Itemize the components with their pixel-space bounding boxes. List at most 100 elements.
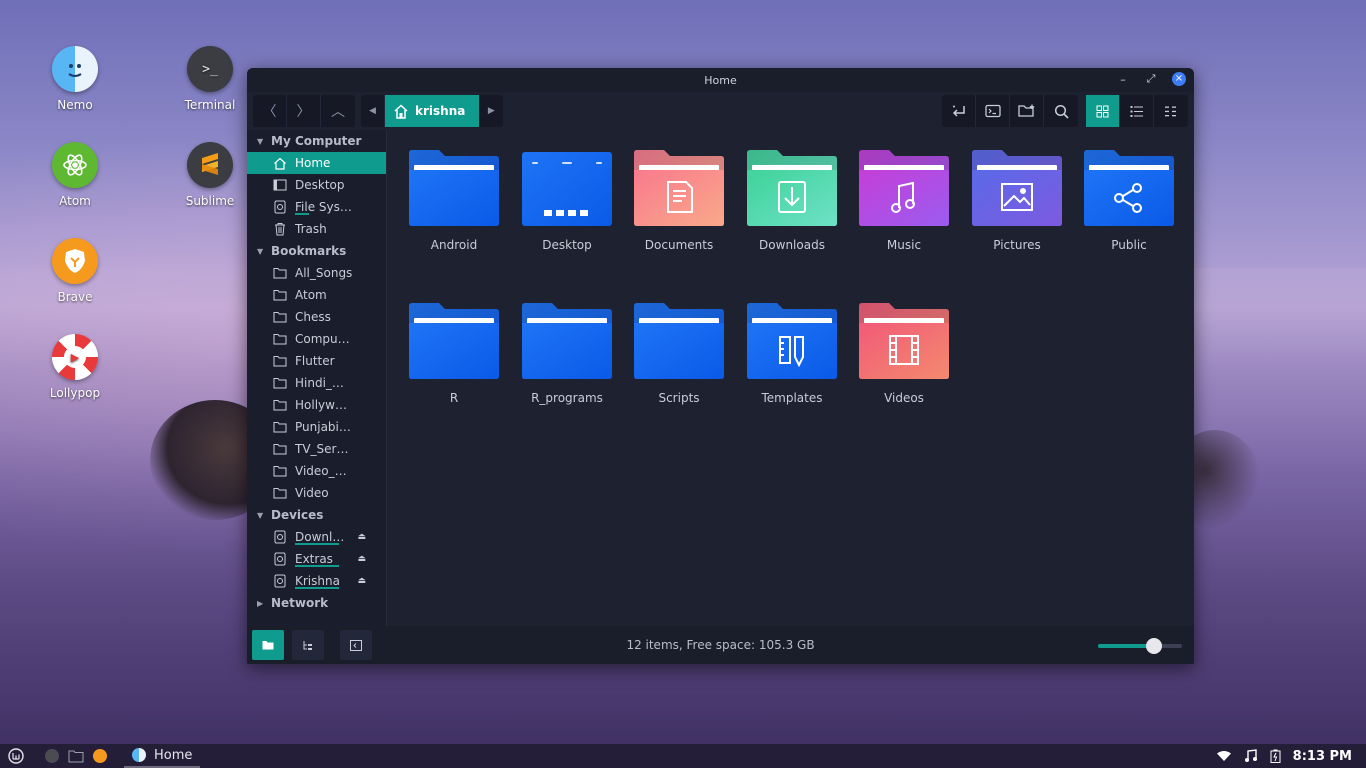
icon-view-button[interactable] [1086, 95, 1120, 127]
sidebar-item-home[interactable]: Home [247, 152, 386, 174]
sidebar-item-bookmark[interactable]: Atom [247, 284, 386, 306]
folder-icon [273, 421, 287, 434]
crumb-right-button[interactable]: ▶ [479, 95, 503, 127]
folder-icon [273, 333, 287, 346]
taskbar-files-launcher[interactable] [68, 748, 84, 764]
folder-label: R [449, 391, 459, 405]
open-terminal-button[interactable] [976, 95, 1010, 127]
taskbar-terminal-launcher[interactable] [44, 748, 60, 764]
toolbar: 〈 〉 ︿ ◀ krishna ▶ [253, 94, 1188, 128]
drive-icon [273, 552, 287, 566]
sidebar-item-device[interactable]: Krishna ⏏ [247, 570, 386, 592]
clock[interactable]: 8:13 PM [1293, 749, 1352, 764]
disk-usage-bar [295, 543, 339, 545]
android-folder-icon [409, 150, 499, 226]
folder-label: Desktop [542, 238, 592, 252]
show-treeview-button[interactable] [292, 630, 324, 660]
sidebar-section-bookmarks[interactable]: ▼ Bookmarks [247, 240, 386, 262]
folder-item[interactable]: Android [402, 150, 506, 252]
folder-item[interactable]: Desktop [515, 150, 619, 252]
sidebar-item-bookmark[interactable]: Video [247, 482, 386, 504]
folder-item[interactable]: Templates [740, 303, 844, 405]
sidebar-item-device[interactable]: Extras ⏏ [247, 548, 386, 570]
folder-item[interactable]: Music [852, 150, 956, 252]
sidebar-item-bookmark[interactable]: Hollyw… [247, 394, 386, 416]
desktop-icon-atom[interactable]: Atom [35, 142, 115, 208]
sidebar-item-label: Extras [295, 552, 333, 566]
list-view-button[interactable] [1120, 95, 1154, 127]
sidebar-item-bookmark[interactable]: Flutter [247, 350, 386, 372]
sidebar-item-bookmark[interactable]: Hindi_… [247, 372, 386, 394]
menu-button[interactable] [8, 748, 24, 764]
maximize-button[interactable]: ⤢ [1144, 72, 1158, 86]
folder-view[interactable]: Android Desktop Documents Downloads Music Pic… [388, 130, 1194, 626]
zoom-slider[interactable] [1098, 638, 1182, 654]
new-folder-button[interactable] [1010, 95, 1044, 127]
folder-item[interactable]: R [402, 303, 506, 405]
eject-button[interactable]: ⏏ [357, 554, 366, 564]
desktop-icon-terminal[interactable]: >_ Terminal [170, 46, 250, 112]
crumb-left-button[interactable]: ◀ [361, 95, 385, 127]
sidebar-item-device[interactable]: Downl… ⏏ [247, 526, 386, 548]
downloads-folder-icon [747, 150, 837, 226]
location-toggle-button[interactable] [942, 95, 976, 127]
drive-icon [273, 200, 287, 214]
sidebar-item-file-system[interactable]: File Sys… [247, 196, 386, 218]
sidebar-item-bookmark[interactable]: Punjabi… [247, 416, 386, 438]
eject-button[interactable]: ⏏ [357, 576, 366, 586]
back-button[interactable]: 〈 [253, 95, 287, 127]
folder-item[interactable]: Downloads [740, 150, 844, 252]
desktop-icon-nemo[interactable]: Nemo [35, 46, 115, 112]
folder-icon [273, 355, 287, 368]
sidebar-item-bookmark[interactable]: Chess [247, 306, 386, 328]
sidebar-item-label: All_Songs [295, 266, 353, 280]
sidebar-item-label: Trash [295, 222, 327, 236]
folder-item[interactable]: Videos [852, 303, 956, 405]
sidebar-item-bookmark[interactable]: TV_Ser… [247, 438, 386, 460]
home-icon [273, 157, 287, 170]
folder-item[interactable]: Scripts [627, 303, 731, 405]
minimize-button[interactable]: – [1116, 73, 1130, 86]
zoom-slider-handle[interactable] [1146, 638, 1163, 654]
sidebar-section-network[interactable]: ▶ Network [247, 592, 386, 614]
folder-item[interactable]: Pictures [965, 150, 1069, 252]
close-button[interactable]: × [1172, 72, 1186, 86]
folder-item[interactable]: Documents [627, 150, 731, 252]
sidebar-section-my-computer[interactable]: ▼ My Computer [247, 130, 386, 152]
taskbar-brave-launcher[interactable] [92, 748, 108, 764]
desktop-icon-lollypop[interactable]: ▶ Lollypop [35, 334, 115, 400]
compact-view-button[interactable] [1154, 95, 1188, 127]
show-places-button[interactable] [252, 630, 284, 660]
taskbar-task-home[interactable]: Home [124, 744, 201, 768]
folder-label: Android [430, 238, 478, 252]
folder-item[interactable]: R_programs [515, 303, 619, 405]
disk-usage-bar [295, 213, 309, 215]
folder-label: Videos [884, 391, 924, 405]
crumb-home[interactable]: krishna [385, 95, 480, 127]
desktop-icon-label: Nemo [57, 98, 93, 112]
forward-button[interactable]: 〉 [287, 95, 321, 127]
sidebar-item-desktop[interactable]: Desktop [247, 174, 386, 196]
titlebar[interactable]: Home – ⤢ × [247, 68, 1194, 92]
sidebar-item-trash[interactable]: Trash [247, 218, 386, 240]
folder-item[interactable]: Public [1077, 150, 1181, 252]
nemo-icon [132, 748, 146, 762]
eject-button[interactable]: ⏏ [357, 532, 366, 542]
battery-icon[interactable] [1270, 749, 1281, 763]
music-icon[interactable] [1244, 749, 1258, 763]
desktop-icon-brave[interactable]: Brave [35, 238, 115, 304]
desktop-icon-sublime[interactable]: Sublime [170, 142, 250, 208]
search-button[interactable] [1044, 95, 1078, 127]
sidebar-item-bookmark[interactable]: Video_… [247, 460, 386, 482]
new-folder-icon [1017, 104, 1034, 117]
list-view-icon [1130, 105, 1143, 117]
sidebar-item-bookmark[interactable]: Compu… [247, 328, 386, 350]
disk-usage-bar [295, 565, 339, 567]
hide-sidebar-button[interactable] [340, 630, 372, 660]
sidebar-section-devices[interactable]: ▼ Devices [247, 504, 386, 526]
up-button[interactable]: ︿ [321, 95, 355, 127]
sidebar-item-label: Hindi_… [295, 376, 344, 390]
folder-label: Music [886, 238, 922, 252]
wifi-icon[interactable] [1216, 750, 1232, 762]
sidebar-item-bookmark[interactable]: All_Songs [247, 262, 386, 284]
